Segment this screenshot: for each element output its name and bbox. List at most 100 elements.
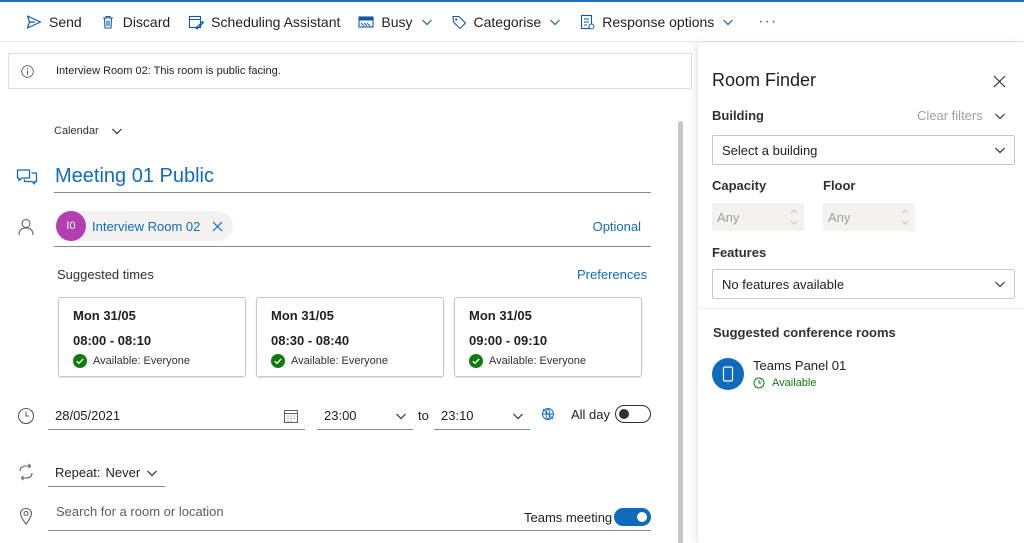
- chevron-down-icon: [147, 470, 158, 476]
- suggested-time-card[interactable]: Mon 31/05 09:00 - 09:10 Available: Every…: [454, 297, 642, 377]
- all-day-label: All day: [571, 407, 611, 422]
- optional-attendees-link[interactable]: Optional: [593, 219, 641, 234]
- card-availability: Available: Everyone: [469, 354, 641, 368]
- chevron-down-icon: [723, 19, 734, 25]
- floor-spinner[interactable]: Any: [823, 203, 915, 231]
- calendar-edit-icon: [189, 15, 205, 30]
- check-circle-icon: [271, 354, 285, 368]
- start-time-value: 23:00: [324, 408, 357, 423]
- check-circle-icon: [73, 354, 87, 368]
- repeat-dropdown[interactable]: Repeat: Never: [48, 459, 165, 487]
- floor-value: Any: [828, 209, 851, 225]
- categorise-label: Categorise: [473, 13, 542, 30]
- calendar-selector[interactable]: Calendar: [54, 125, 123, 137]
- card-availability: Available: Everyone: [271, 354, 443, 368]
- card-status-text: Available: Everyone: [489, 355, 587, 367]
- close-icon[interactable]: [993, 75, 1006, 88]
- calendar-label: Calendar: [54, 125, 99, 137]
- close-icon[interactable]: [212, 221, 223, 232]
- end-time-value: 23:10: [441, 408, 474, 423]
- chevron-down-icon: [550, 19, 561, 25]
- teams-meeting-label: Teams meeting: [524, 510, 613, 525]
- start-date-field[interactable]: 28/05/2021: [48, 402, 305, 430]
- features-value: No features available: [722, 276, 845, 292]
- room-finder-panel: Room Finder Building Clear filters Selec…: [697, 43, 1024, 543]
- toggle-knob: [619, 409, 629, 419]
- chevron-down-icon: [421, 19, 432, 25]
- clock-icon: [17, 407, 35, 425]
- avatar: I0: [56, 211, 86, 241]
- scheduling-assistant-button[interactable]: Scheduling Assistant: [188, 14, 340, 30]
- card-status-text: Available: Everyone: [291, 355, 389, 367]
- room-avatar: [712, 358, 744, 390]
- capacity-spinner[interactable]: Any: [712, 203, 804, 231]
- response-options-dropdown[interactable]: Response options: [579, 14, 734, 30]
- room-list-item[interactable]: Teams Panel 01 Available: [712, 358, 1012, 392]
- clock-icon: [753, 377, 765, 389]
- attendee-name: Interview Room 02: [92, 218, 201, 234]
- capacity-label: Capacity: [712, 178, 767, 193]
- send-button[interactable]: Send: [26, 14, 82, 30]
- spinner-arrows-icon[interactable]: [901, 207, 909, 227]
- more-options-button[interactable]: ···: [758, 13, 777, 31]
- attendees-field[interactable]: I0 Interview Room 02 Optional: [54, 211, 651, 247]
- card-date: Mon 31/05: [73, 308, 136, 323]
- all-day-toggle[interactable]: [615, 405, 651, 423]
- globe-timezone-icon[interactable]: [541, 407, 555, 421]
- building-dropdown[interactable]: Select a building: [712, 135, 1015, 165]
- suggested-times-label: Suggested times: [57, 267, 154, 282]
- person-icon: [18, 218, 34, 236]
- features-dropdown[interactable]: No features available: [712, 269, 1015, 299]
- toggle-knob: [637, 512, 647, 522]
- room-availability: Available: [753, 377, 816, 389]
- response-label: Response options: [602, 13, 715, 30]
- categorise-dropdown[interactable]: Categorise: [451, 14, 562, 30]
- chevron-down-icon: [995, 281, 1005, 288]
- spinner-arrows-icon[interactable]: [790, 207, 798, 227]
- suggested-time-card[interactable]: Mon 31/05 08:00 - 08:10 Available: Every…: [58, 297, 246, 377]
- send-label: Send: [49, 13, 82, 30]
- event-title-input[interactable]: Meeting 01 Public: [54, 165, 651, 193]
- tag-icon: [451, 15, 466, 29]
- clear-filters-button[interactable]: Clear filters: [917, 108, 983, 123]
- repeat-value: Never: [105, 465, 141, 480]
- building-label: Building: [712, 108, 764, 123]
- busy-dropdown[interactable]: Busy: [358, 14, 432, 30]
- teams-meeting-toggle[interactable]: [614, 508, 651, 526]
- card-date: Mon 31/05: [469, 308, 532, 323]
- location-search-input[interactable]: Search for a room or location: [56, 504, 224, 519]
- card-time-range: 09:00 - 09:10: [469, 333, 548, 348]
- chevron-down-icon[interactable]: [994, 110, 1006, 122]
- phone-device-icon: [722, 366, 734, 382]
- to-label: to: [418, 408, 429, 423]
- event-form: Interview Room 02: This room is public f…: [0, 43, 697, 543]
- suggested-time-card[interactable]: Mon 31/05 08:30 - 08:40 Available: Every…: [256, 297, 444, 377]
- chevron-down-icon: [995, 147, 1005, 154]
- building-placeholder: Select a building: [722, 142, 818, 158]
- room-status-text: Available: [772, 377, 817, 389]
- room-name: Teams Panel 01: [753, 358, 847, 373]
- end-time-dropdown[interactable]: 23:10: [434, 402, 530, 430]
- preferences-link[interactable]: Preferences: [577, 267, 647, 282]
- start-time-dropdown[interactable]: 23:00: [317, 402, 413, 430]
- card-time-range: 08:00 - 08:10: [73, 333, 152, 348]
- busy-status-icon: [358, 15, 374, 28]
- repeat-label: Repeat:: [55, 465, 101, 480]
- trash-icon: [102, 15, 113, 29]
- scrollbar[interactable]: [678, 121, 683, 543]
- location-pin-icon: [19, 507, 33, 525]
- features-label: Features: [712, 245, 767, 260]
- info-icon: [21, 64, 34, 78]
- check-circle-icon: [469, 354, 483, 368]
- busy-label: Busy: [381, 13, 413, 30]
- suggested-rooms-label: Suggested conference rooms: [713, 325, 896, 340]
- discard-button[interactable]: Discard: [100, 14, 170, 30]
- send-icon: [26, 14, 42, 29]
- repeat-icon: [19, 463, 33, 481]
- card-date: Mon 31/05: [271, 308, 334, 323]
- info-message-bar: Interview Room 02: This room is public f…: [8, 53, 692, 89]
- attendee-chip[interactable]: I0 Interview Room 02: [56, 211, 234, 241]
- calendar-icon[interactable]: [283, 408, 299, 424]
- chevron-down-icon: [513, 413, 523, 420]
- location-field[interactable]: Search for a room or location Teams meet…: [48, 501, 651, 531]
